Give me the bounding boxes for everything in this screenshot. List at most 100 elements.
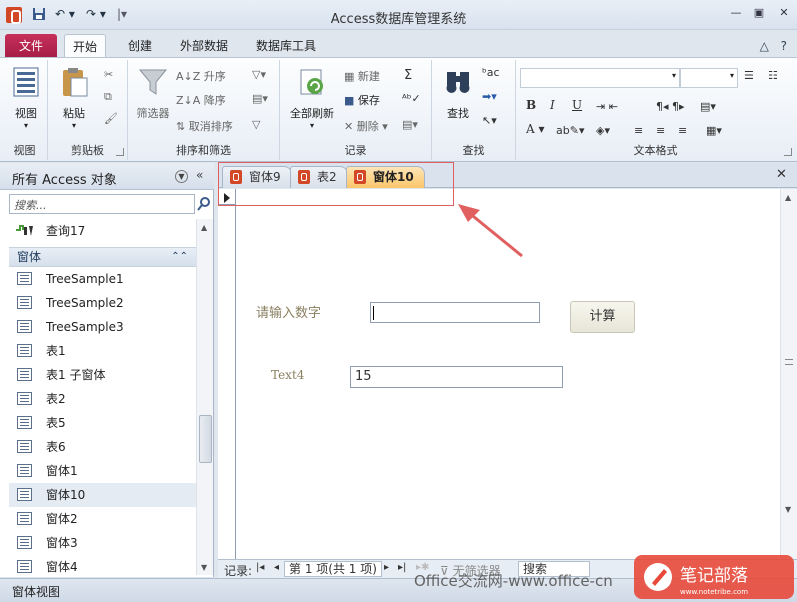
font-size-dropdown[interactable]: ▾ [680, 68, 738, 88]
format-painter-icon[interactable]: 🖌 [104, 112, 118, 125]
replace-icon[interactable]: ᵇac [482, 66, 500, 79]
new-record-button[interactable]: ▦ 新建 [344, 68, 380, 84]
list-item[interactable]: 表5 [9, 411, 196, 435]
save-record-button[interactable]: ■ 保存 [344, 92, 380, 108]
scroll-thumb[interactable] [199, 415, 212, 463]
text-direction-icon[interactable]: ¶◂ ¶▸ [656, 100, 685, 113]
help-icon[interactable]: ? [781, 39, 787, 53]
record-position[interactable]: 第 1 项(共 1 项) [284, 561, 382, 577]
list-item[interactable]: 窗体1 [9, 459, 196, 483]
paste-icon [63, 68, 88, 97]
tab-file[interactable]: 文件 [5, 34, 57, 58]
list-item[interactable]: 表1 [9, 339, 196, 363]
chevron-down-icon[interactable]: ▼ [175, 170, 188, 183]
scroll-up-icon[interactable]: ▲ [201, 223, 207, 232]
paste-button[interactable]: 粘贴 ▾ [56, 66, 92, 130]
next-record-icon[interactable]: ▸ [384, 562, 389, 573]
tab-home[interactable]: 开始 [64, 34, 107, 58]
scroll-up-icon[interactable]: ▲ [785, 193, 791, 202]
selection-filter-icon[interactable]: ▽▾ [252, 68, 266, 81]
list-item[interactable]: 表2 [9, 387, 196, 411]
close-document-icon[interactable]: ✕ [776, 167, 787, 182]
minimize-icon[interactable]: — [727, 6, 745, 22]
advanced-filter-icon[interactable]: ▤▾ [252, 92, 268, 105]
list-item-selected[interactable]: 窗体10 [9, 483, 196, 507]
nav-scrollbar[interactable]: ▲ ▼ [196, 219, 213, 575]
alternate-row-color-icon[interactable]: ▦▾ [706, 124, 722, 137]
tab-database-tools[interactable]: 数据库工具 [248, 34, 324, 58]
scroll-grip[interactable] [785, 359, 793, 365]
toggle-filter-icon[interactable]: ▽ [252, 118, 260, 131]
last-record-icon[interactable]: ▸| [398, 562, 406, 573]
list-item[interactable]: 窗体4 [9, 555, 196, 575]
italic-button[interactable]: I [550, 98, 555, 112]
form-scrollbar[interactable]: ▲ ▼ [780, 189, 797, 559]
filter-button[interactable]: 筛选器 [132, 66, 174, 121]
sort-descending-button[interactable]: Z↓A 降序 [176, 92, 226, 108]
list-item[interactable]: 表1 子窗体 [9, 363, 196, 387]
first-record-icon[interactable]: |◂ [256, 562, 264, 573]
font-color-button[interactable]: A ▾ [526, 122, 545, 136]
gridlines-icon[interactable]: ▤▾ [700, 100, 716, 113]
font-name-dropdown[interactable]: ▾ [520, 68, 680, 88]
form-icon [17, 512, 32, 525]
restore-icon[interactable]: ▣ [750, 6, 768, 22]
numbering-icon[interactable]: ☷ [768, 69, 778, 82]
nav-object-list: 查询17 窗体 ⌃⌃ TreeSample1 TreeSample2 TreeS… [9, 219, 196, 575]
goto-icon[interactable]: ➡▾ [482, 90, 497, 103]
more-records-icon[interactable]: ▤▾ [402, 118, 418, 131]
group-label-sort-filter: 排序和筛选 [176, 144, 231, 157]
close-icon[interactable]: ✕ [775, 6, 793, 22]
list-item[interactable]: 窗体2 [9, 507, 196, 531]
view-button[interactable]: 视图 ▾ [10, 66, 42, 130]
chevron-up-icon: ⌃⌃ [171, 251, 188, 262]
nav-search-input[interactable]: 搜索... [9, 194, 195, 214]
underline-button[interactable]: U [572, 98, 582, 112]
align-left-icon[interactable]: ≡ [634, 124, 643, 137]
list-item[interactable]: 表6 [9, 435, 196, 459]
nav-group-header[interactable]: 窗体 ⌃⌃ [9, 247, 196, 267]
chevron-down-icon: ▾ [671, 71, 676, 80]
list-item[interactable]: 查询17 [9, 219, 196, 243]
group-find: 查找 ᵇac ➡▾ ↖▾ 查找 [432, 60, 516, 160]
totals-icon[interactable]: Σ [404, 68, 412, 83]
tab-create[interactable]: 创建 [120, 34, 160, 58]
calculate-button[interactable]: 计算 [570, 301, 635, 333]
minimize-ribbon-icon[interactable]: △ [760, 39, 769, 53]
delete-record-button[interactable]: ✕ 删除 ▾ [344, 118, 388, 134]
search-icon[interactable] [196, 196, 212, 212]
sort-ascending-button[interactable]: A↓Z 升序 [176, 68, 226, 84]
list-item[interactable]: TreeSample3 [9, 315, 196, 339]
scroll-down-icon[interactable]: ▼ [785, 505, 791, 514]
scroll-down-icon[interactable]: ▼ [201, 563, 207, 572]
text4-field[interactable]: 15 [350, 366, 563, 388]
dialog-launcher-icon[interactable] [784, 148, 792, 156]
list-item[interactable]: TreeSample2 [9, 291, 196, 315]
refresh-all-button[interactable]: 全部刷新 ▾ [286, 66, 338, 130]
group-sort-filter: 筛选器 A↓Z 升序 Z↓A 降序 ⇅ 取消排序 ▽▾ ▤▾ ▽ 排序和筛选 [128, 60, 280, 160]
number-input[interactable] [370, 302, 540, 323]
collapse-pane-icon[interactable]: « [196, 168, 203, 182]
fill-color-icon[interactable]: ◈▾ [596, 124, 610, 137]
copy-icon[interactable]: ⧉ [104, 90, 112, 104]
prev-record-icon[interactable]: ◂ [274, 562, 279, 573]
nav-pane-title[interactable]: 所有 Access 对象 [12, 169, 117, 188]
select-icon[interactable]: ↖▾ [482, 114, 497, 127]
list-item[interactable]: TreeSample1 [9, 267, 196, 291]
bullets-icon[interactable]: ☰ [744, 69, 754, 82]
highlight-icon[interactable]: ab✎▾ [556, 124, 584, 137]
clear-sort-icon: ⇅ [176, 120, 189, 133]
dialog-launcher-icon[interactable] [116, 148, 124, 156]
align-right-icon[interactable]: ≡ [678, 124, 687, 137]
clear-sort-button[interactable]: ⇅ 取消排序 [176, 118, 233, 134]
record-selector[interactable] [218, 189, 236, 559]
group-label-records: 记录 [344, 144, 367, 157]
cut-icon[interactable]: ✂ [104, 68, 113, 81]
find-button[interactable]: 查找 [440, 66, 476, 121]
align-center-icon[interactable]: ≡ [656, 124, 665, 137]
indent-icon[interactable]: ⇥ ⇤ [596, 100, 618, 113]
tab-external-data[interactable]: 外部数据 [172, 34, 236, 58]
list-item[interactable]: 窗体3 [9, 531, 196, 555]
spelling-icon[interactable]: ᴬᵇ✓ [402, 92, 421, 105]
bold-button[interactable]: B [526, 98, 536, 112]
